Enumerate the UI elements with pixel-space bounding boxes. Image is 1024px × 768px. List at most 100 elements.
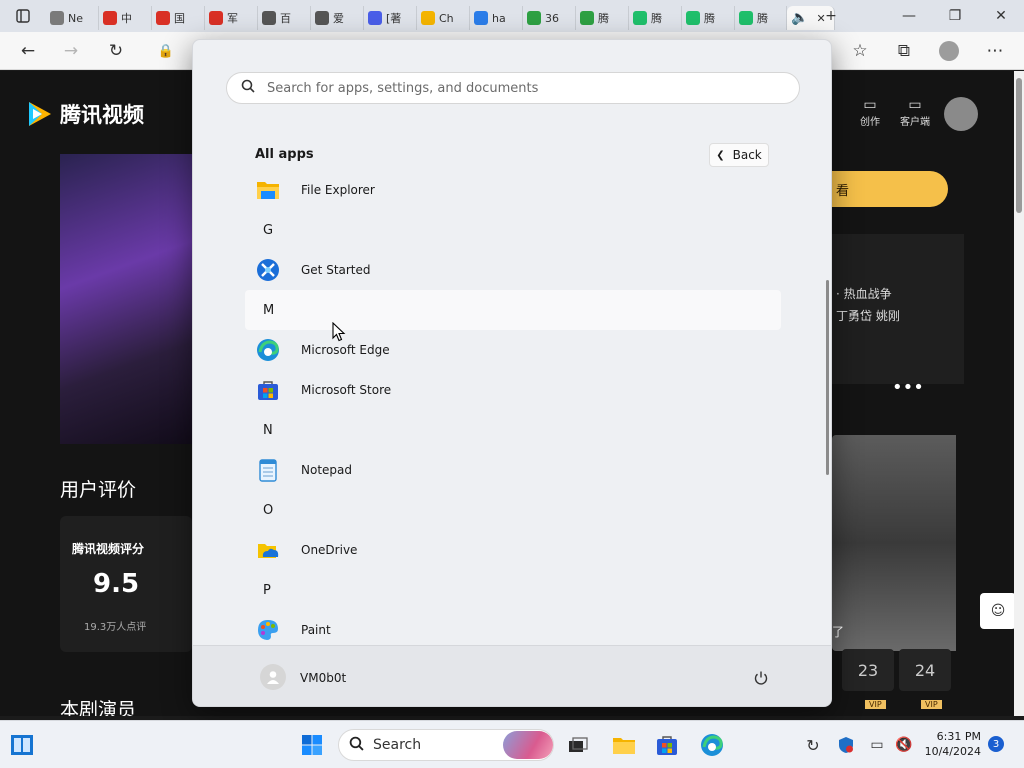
store-taskbar-icon[interactable] [651,729,683,761]
watch-button-label: 看 [836,183,850,199]
nav-client[interactable]: ▭ 客户端 [898,97,932,128]
chevron-left-icon: ❮ [716,149,725,161]
task-view-icon[interactable] [562,729,594,761]
apps-list-scrollbar[interactable] [826,280,829,475]
search-icon [349,736,364,755]
letter-header-m[interactable]: M [245,290,781,330]
browser-tab[interactable]: Ch [417,6,470,30]
tab-favicon-icon [156,11,170,25]
file-explorer-taskbar-icon[interactable] [608,729,640,761]
cast-text: 丁勇岱 姚刚 [836,309,900,323]
notepad-icon [256,458,280,482]
browser-tab[interactable]: 军 [205,6,258,30]
tab-favicon-icon [686,11,700,25]
app-item-paint[interactable]: Paint [245,610,781,650]
tab-actions-icon[interactable] [0,0,46,32]
create-icon: ▭ [863,97,877,113]
refresh-icon[interactable]: ↻ [104,39,128,63]
page-scrollbar[interactable] [1014,71,1024,716]
browser-tab[interactable]: [著 [364,6,417,30]
browser-tab[interactable]: 百 [258,6,311,30]
favorites-star-icon[interactable]: ☆ [848,39,872,63]
letter-header-p[interactable]: P [245,570,781,610]
forward-arrow-icon[interactable]: → [59,39,83,63]
start-search-box[interactable]: Search for apps, settings, and documents [226,72,800,104]
letter-header-o[interactable]: O [245,490,781,530]
sync-status-icon[interactable]: ↻ [797,729,829,761]
letter-header-n[interactable]: N [245,410,781,450]
profile-avatar[interactable] [937,39,961,63]
app-item-label: File Explorer [301,183,375,197]
taskbar-clock[interactable]: 6:31 PM 10/4/2024 [919,729,981,759]
app-item-file-explorer[interactable]: File Explorer [245,170,781,210]
browser-tab[interactable]: 中 [99,6,152,30]
browser-tab[interactable]: 36 [523,6,576,30]
app-item-get-started[interactable]: Get Started [245,250,781,290]
tab-title: 中 [121,12,132,25]
search-highlight-icon [503,731,553,759]
app-item-microsoft-edge[interactable]: Microsoft Edge [245,330,781,370]
widgets-icon[interactable] [6,729,38,761]
new-tab-button[interactable]: + [808,0,854,32]
app-item-label: Notepad [301,463,352,477]
back-button[interactable]: ❮ Back [709,143,769,167]
page-scrollbar-thumb[interactable] [1016,78,1022,213]
search-icon [241,79,255,97]
collections-icon[interactable]: ⧉ [892,39,916,63]
browser-tab[interactable]: ha [470,6,523,30]
tab-favicon-icon [209,11,223,25]
vip-badge-label: VIP [925,700,938,709]
restore-button[interactable]: ❐ [932,0,978,32]
browser-tab[interactable]: 腾 [576,6,629,30]
app-item-onedrive[interactable]: OneDrive [245,530,781,570]
episode-24[interactable]: 24 [899,649,951,691]
feedback-button[interactable]: ☺ [980,593,1016,629]
letter-header-g[interactable]: G [245,210,781,250]
app-item-notepad[interactable]: Notepad [245,450,781,490]
browser-tab[interactable]: Ne [46,6,99,30]
watch-button[interactable]: 看 [830,171,948,207]
app-item-label: Microsoft Edge [301,343,390,357]
browser-tab[interactable]: 国 [152,6,205,30]
app-item-microsoft-store[interactable]: Microsoft Store [245,370,781,410]
video-player[interactable] [60,154,192,444]
browser-tab[interactable]: 爱 [311,6,364,30]
tab-favicon-icon [50,11,64,25]
power-icon[interactable] [749,666,773,690]
browser-tab[interactable]: 腾 [735,6,787,30]
letter-header-label: O [263,502,274,518]
section-cast-title: 本剧演员 [60,699,137,716]
user-name[interactable]: VM0b0t [300,671,346,685]
notification-badge[interactable]: 3 [988,736,1004,752]
tencent-video-logo[interactable]: 腾讯视频 [24,99,144,129]
tencent-video-logo-icon [29,102,51,126]
back-button-label: Back [732,148,762,162]
lock-icon[interactable]: 🔒 [154,39,178,63]
volume-muted-icon[interactable]: 🔇 [888,729,920,761]
edge-taskbar-icon[interactable] [696,729,728,761]
tab-title: Ne [68,11,83,25]
back-arrow-icon[interactable]: ← [16,39,40,63]
tab-title: 军 [227,12,238,25]
nav-create[interactable]: ▭ 创作 [858,97,882,128]
vip-badge: VIP [865,700,886,709]
taskbar-search-box[interactable]: Search [338,729,554,761]
taskbar: Search ↻ ▭ 🔇 6:31 PM 10/4/2024 3 [0,720,1024,768]
close-window-button[interactable]: ✕ [978,0,1024,32]
user-avatar[interactable] [944,97,978,131]
episode-23[interactable]: 23 [842,649,894,691]
episode-thumbnail[interactable] [832,435,956,651]
more-menu-icon[interactable]: ⋯ [983,39,1007,63]
start-windows-icon[interactable] [296,729,328,761]
minimize-button[interactable]: — [886,0,932,32]
browser-tab[interactable]: 腾 [629,6,682,30]
start-footer: VM0b0t [193,645,831,706]
more-options-icon[interactable]: ••• [892,377,924,398]
tab-favicon-icon [262,11,276,25]
user-avatar-icon[interactable] [260,664,286,690]
security-shield-icon[interactable] [830,729,862,761]
app-item-label: Paint [301,623,331,637]
letter-header-label: P [263,582,271,598]
edge-icon [256,338,280,362]
browser-tab[interactable]: 腾 [682,6,735,30]
